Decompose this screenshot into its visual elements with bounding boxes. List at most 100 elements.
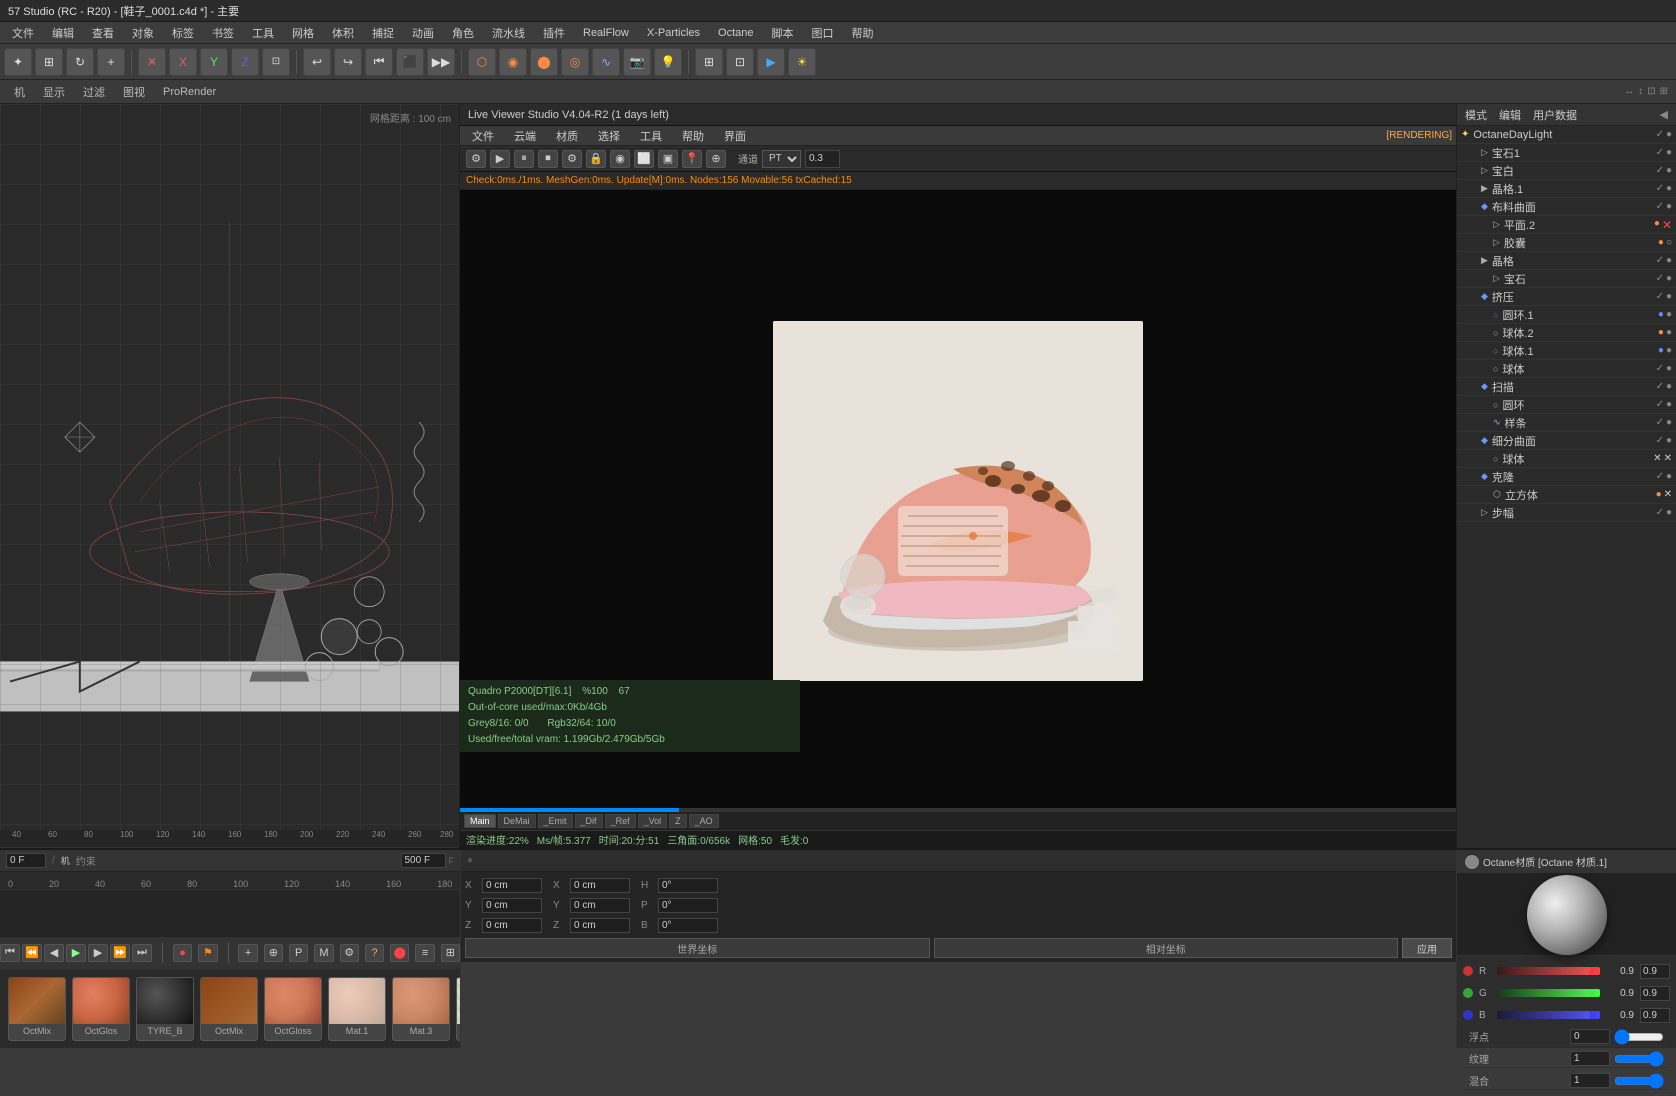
apply-btn[interactable]: 应用 <box>1402 938 1452 958</box>
ov-pin2-btn[interactable]: ⊕ <box>706 150 726 168</box>
menu-xparticles[interactable]: X-Particles <box>639 25 708 41</box>
ov-lock-btn[interactable]: 🔒 <box>586 150 606 168</box>
mat-octglos[interactable]: OctGlos <box>72 977 130 1041</box>
coord-rh-input[interactable] <box>658 878 718 893</box>
menu-pipeline[interactable]: 流水线 <box>484 23 533 43</box>
tree-item-sweep[interactable]: ◆ 扫描 ✓● <box>1457 378 1676 396</box>
menu-tag[interactable]: 标签 <box>164 23 202 43</box>
tl-settings-btn[interactable]: ⚙ <box>340 944 359 962</box>
ov-menu-tools[interactable]: 工具 <box>632 126 670 146</box>
local-btn[interactable]: 相对坐标 <box>934 938 1399 958</box>
coord-rp-input[interactable] <box>658 898 718 913</box>
ov-rect2-btn[interactable]: ▣ <box>658 150 678 168</box>
tree-item-step[interactable]: ▷ 步幅 ✓● <box>1457 504 1676 522</box>
scene-mode-tab[interactable]: 模式 <box>1465 107 1487 123</box>
tl-mode-btn[interactable]: P <box>289 944 308 962</box>
ov-menu-select[interactable]: 选择 <box>590 126 628 146</box>
ov-menu-help[interactable]: 帮助 <box>674 126 712 146</box>
tl-record-btn[interactable]: ● <box>173 944 192 962</box>
ov-play-btn[interactable]: ▶ <box>490 150 510 168</box>
menu-window[interactable]: 图口 <box>804 23 842 43</box>
color-g-track[interactable] <box>1497 989 1600 997</box>
sub-item-prorender[interactable]: ProRender <box>157 84 222 100</box>
viewport-3d[interactable]: 网格距离 : 100 cm <box>0 104 459 830</box>
sub-item-display[interactable]: 显示 <box>37 82 71 102</box>
tl-plus-btn[interactable]: + <box>238 944 257 962</box>
chan-ao[interactable]: _AO <box>689 814 719 828</box>
world-btn[interactable]: 世界坐标 <box>465 938 930 958</box>
coord-sx-input[interactable] <box>570 878 630 893</box>
tree-item-sphere3[interactable]: ○ 球体 ✕ ✕ <box>1457 450 1676 468</box>
coord-y-input[interactable] <box>482 898 542 913</box>
tree-item-cloth[interactable]: ◆ 布料曲面 ✓● <box>1457 198 1676 216</box>
menu-help[interactable]: 帮助 <box>844 23 882 43</box>
color-g-input[interactable] <box>1640 986 1670 1001</box>
coord-sy-input[interactable] <box>570 898 630 913</box>
ov-rect-btn[interactable]: ⬜ <box>634 150 654 168</box>
mat-mix-slider[interactable] <box>1614 1075 1664 1087</box>
mat-texture-input[interactable] <box>1570 1051 1610 1066</box>
color-r-track[interactable] <box>1497 967 1600 975</box>
cylinder-btn[interactable]: ⬤ <box>530 48 558 76</box>
spline-btn[interactable]: ∿ <box>592 48 620 76</box>
tree-item-torus[interactable]: ○ 圆环 ✓● <box>1457 396 1676 414</box>
tl-prev-key-btn[interactable]: ⏪ <box>22 944 42 962</box>
open-btn[interactable]: ⊞ <box>35 48 63 76</box>
menu-mesh[interactable]: 网格 <box>284 23 322 43</box>
sub-item-layout[interactable]: 图视 <box>117 82 151 102</box>
timeline-end-input[interactable] <box>401 853 446 868</box>
coord-x-input[interactable] <box>482 878 542 893</box>
tree-item-plane2[interactable]: ▷ 平面.2 ● ✕ <box>1457 216 1676 234</box>
tl-autokey-btn[interactable]: ⚑ <box>198 944 217 962</box>
chan-demai[interactable]: DeMai <box>498 814 536 828</box>
mat-float-input[interactable] <box>1570 1029 1610 1044</box>
refresh-btn[interactable]: ↻ <box>66 48 94 76</box>
chan-emit[interactable]: _Emit <box>538 814 573 828</box>
tree-item-capsule[interactable]: ▷ 胶囊 ● ○ <box>1457 234 1676 252</box>
light-btn[interactable]: 💡 <box>654 48 682 76</box>
sun-btn[interactable]: ☀ <box>788 48 816 76</box>
tree-item-sphere[interactable]: ○ 球体 ✓● <box>1457 360 1676 378</box>
color-b-input[interactable] <box>1640 1008 1670 1023</box>
tl-center-btn[interactable]: ⊕ <box>264 944 283 962</box>
menu-animate[interactable]: 动画 <box>404 23 442 43</box>
color-r-input[interactable] <box>1640 964 1670 979</box>
chan-z[interactable]: Z <box>669 814 687 828</box>
tree-item-subdivsurf[interactable]: ◆ 细分曲面 ✓● <box>1457 432 1676 450</box>
menu-octane[interactable]: Octane <box>710 25 761 41</box>
tl-play-btn[interactable]: ▶ <box>66 944 86 962</box>
tree-item-sphere2[interactable]: ○ 球体.2 ● ● <box>1457 324 1676 342</box>
menu-view[interactable]: 查看 <box>84 23 122 43</box>
display-btn[interactable]: ⊞ <box>695 48 723 76</box>
menu-tools[interactable]: 工具 <box>244 23 282 43</box>
tl-grid-btn[interactable]: ⊞ <box>441 944 460 962</box>
pass-select[interactable]: PT <box>762 150 801 168</box>
tl-marker-btn[interactable]: M <box>314 944 333 962</box>
y-axis-btn[interactable]: Y <box>200 48 228 76</box>
ov-settings-btn[interactable]: ⚙ <box>466 150 486 168</box>
mat-mat1[interactable]: Mat.1 <box>328 977 386 1041</box>
z-axis-btn[interactable]: Z <box>231 48 259 76</box>
menu-plugin[interactable]: 插件 <box>535 23 573 43</box>
scene-userdata-tab[interactable]: 用户数据 <box>1533 107 1577 123</box>
timeline-track[interactable] <box>0 890 460 936</box>
add-btn[interactable]: + <box>97 48 125 76</box>
tl-list-btn[interactable]: ≡ <box>415 944 434 962</box>
torus-btn[interactable]: ◎ <box>561 48 589 76</box>
tl-next-btn[interactable]: ▶ <box>88 944 108 962</box>
coord-rb-input[interactable] <box>658 918 718 933</box>
render-region-btn[interactable]: ⬛ <box>396 48 424 76</box>
tree-item-clone[interactable]: ◆ 克隆 ✓● <box>1457 468 1676 486</box>
tree-item-jewel1[interactable]: ▷ 宝石1 ✓● <box>1457 144 1676 162</box>
scene-collapse-btn[interactable]: ◀ <box>1660 108 1668 121</box>
mat-octmix2[interactable]: OctMix <box>200 977 258 1041</box>
tree-item-white[interactable]: ▷ 宝白 ✓● <box>1457 162 1676 180</box>
menu-volume[interactable]: 体积 <box>324 23 362 43</box>
chan-vol[interactable]: _Vol <box>638 814 668 828</box>
coord-sz-input[interactable] <box>570 918 630 933</box>
mat-octmix[interactable]: OctMix <box>8 977 66 1041</box>
tree-item-lattice[interactable]: ▶ 晶格 ✓● <box>1457 252 1676 270</box>
tree-item-gem[interactable]: ▷ 宝石 ✓● <box>1457 270 1676 288</box>
ov-menu-cloud[interactable]: 云端 <box>506 126 544 146</box>
tl-record2-btn[interactable]: ⬤ <box>390 944 409 962</box>
